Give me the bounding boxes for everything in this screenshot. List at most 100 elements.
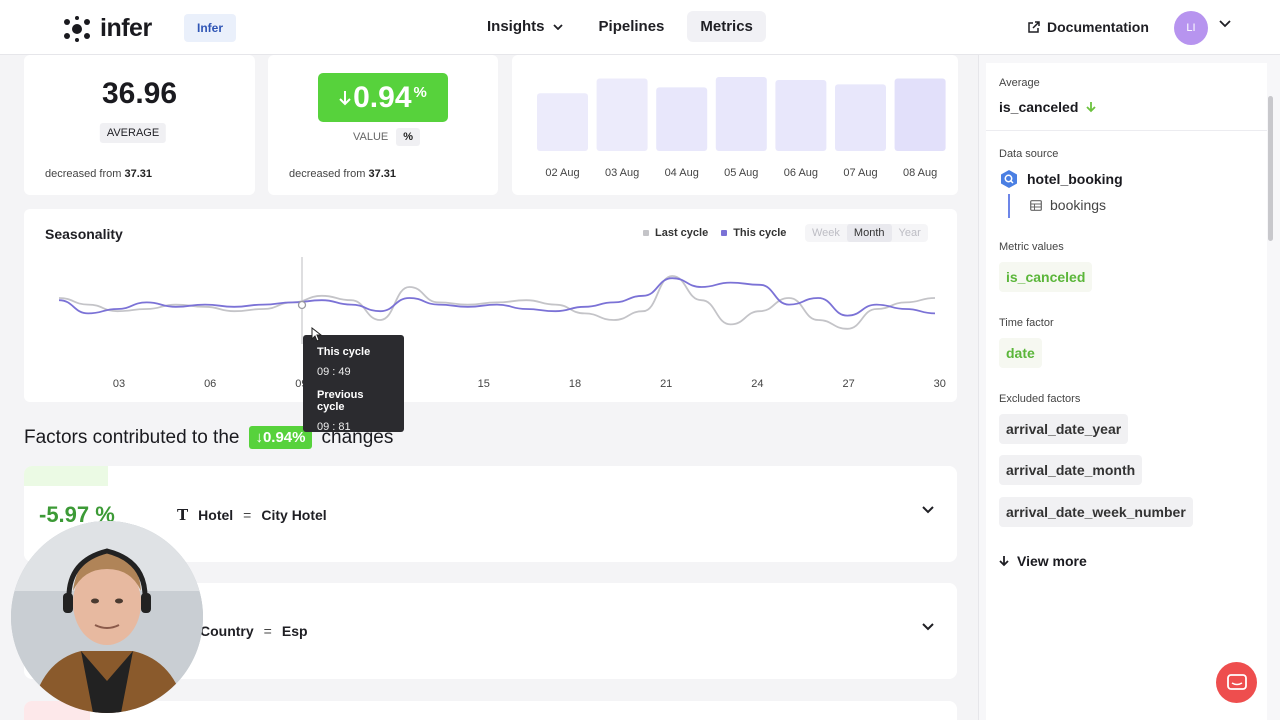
nav-pipelines[interactable]: Pipelines bbox=[586, 11, 678, 42]
presenter-video-image bbox=[11, 521, 203, 713]
sidebar-scrollbar[interactable] bbox=[1268, 96, 1273, 241]
mouse-cursor-icon bbox=[311, 327, 323, 342]
arrow-down-icon bbox=[339, 90, 351, 105]
factors-pill-value: 0.94% bbox=[262, 429, 306, 446]
arrow-down-icon bbox=[999, 556, 1009, 567]
tooltip-this-label: This cycle bbox=[317, 346, 371, 358]
last-cycle-line bbox=[58, 275, 936, 330]
table-icon bbox=[1030, 199, 1042, 211]
metric-details-sidebar: Average is_canceled Data source hotel_bo… bbox=[978, 55, 1280, 720]
daily-bar[interactable] bbox=[596, 78, 648, 151]
chevron-down-icon bbox=[552, 23, 563, 30]
daily-bar[interactable] bbox=[894, 78, 946, 151]
data-source[interactable]: hotel_booking bbox=[999, 169, 1123, 189]
hover-point bbox=[297, 300, 307, 310]
text-type-icon: T bbox=[177, 506, 189, 524]
factor-label-country: Country = Esp bbox=[200, 623, 308, 639]
time-factor-chip[interactable]: date bbox=[999, 338, 1042, 368]
average-chip: AVERAGE bbox=[99, 123, 167, 143]
infer-logo[interactable]: infer bbox=[62, 14, 152, 43]
x-tick-label: 06 bbox=[204, 378, 216, 390]
change-footer-value: 37.31 bbox=[368, 168, 397, 180]
daily-bar-label: 03 Aug bbox=[605, 167, 639, 179]
user-avatar[interactable]: LI bbox=[1174, 11, 1208, 45]
table-item[interactable]: bookings bbox=[1030, 197, 1106, 213]
view-more-button[interactable]: View more bbox=[999, 553, 1087, 569]
factor-card-third[interactable] bbox=[24, 701, 957, 720]
chevron-down-icon[interactable] bbox=[1219, 20, 1231, 28]
logo-text: infer bbox=[100, 14, 152, 42]
excluded-factors-label: Excluded factors bbox=[999, 393, 1081, 405]
factor-eq: = bbox=[243, 507, 252, 523]
tree-line bbox=[1008, 194, 1010, 218]
nav-insights-label: Insights bbox=[487, 18, 545, 35]
daily-bar-label: 08 Aug bbox=[903, 167, 937, 179]
details-panel bbox=[986, 63, 1267, 720]
daily-bar[interactable] bbox=[775, 79, 827, 151]
daily-bar-label: 07 Aug bbox=[843, 167, 877, 179]
daily-bar-label: 04 Aug bbox=[665, 167, 699, 179]
nav-metrics[interactable]: Metrics bbox=[687, 11, 766, 42]
documentation-link[interactable]: Documentation bbox=[1027, 19, 1149, 35]
x-tick-label: 15 bbox=[478, 378, 490, 390]
chat-icon bbox=[1226, 673, 1247, 690]
metric-value-chip[interactable]: is_canceled bbox=[999, 262, 1093, 292]
change-value: 0.94 bbox=[353, 80, 412, 114]
tooltip-prev-label: Previous cycle bbox=[317, 389, 364, 413]
average-footer-value: 37.31 bbox=[124, 168, 153, 180]
positive-indicator bbox=[24, 466, 108, 486]
documentation-label: Documentation bbox=[1047, 19, 1149, 35]
x-tick-label: 03 bbox=[113, 378, 125, 390]
chat-button[interactable] bbox=[1216, 662, 1257, 703]
unit-chip: % bbox=[396, 128, 421, 146]
infer-logo-icon bbox=[62, 15, 92, 42]
factor-eq: = bbox=[263, 623, 272, 639]
factor-label-hotel: T Hotel = City Hotel bbox=[177, 506, 327, 524]
daily-bar[interactable] bbox=[537, 93, 588, 151]
view-more-label: View more bbox=[1017, 553, 1087, 569]
change-footer: decreased from 37.31 bbox=[289, 168, 396, 180]
value-row: VALUE % bbox=[353, 128, 421, 146]
factor-value: Esp bbox=[281, 623, 308, 639]
aggregation-label: Average bbox=[999, 77, 1040, 89]
main-nav: Insights Pipelines Metrics bbox=[474, 11, 766, 42]
factor-value: City Hotel bbox=[261, 507, 327, 523]
tooltip-prev-value: 09 : 81 bbox=[317, 421, 351, 433]
daily-bar[interactable] bbox=[715, 77, 767, 151]
value-label: VALUE bbox=[353, 131, 389, 143]
daily-bars-card: 02 Aug 03 Aug 04 Aug 05 Aug 06 Aug 07 Aug 08 A… bbox=[512, 55, 958, 195]
arrow-down-icon bbox=[1086, 102, 1097, 113]
daily-bar-chart: 02 Aug 03 Aug 04 Aug 05 Aug 06 Aug 07 Aug 08 A… bbox=[537, 77, 946, 179]
table-name: bookings bbox=[1050, 197, 1107, 213]
seasonality-line-chart[interactable]: 03060912151821242730 bbox=[24, 209, 957, 402]
metric-name-text: is_canceled bbox=[999, 99, 1079, 115]
excluded-factor-chip[interactable]: arrival_date_year bbox=[999, 414, 1129, 444]
external-link-icon bbox=[1028, 20, 1040, 33]
factor-key: Country bbox=[200, 623, 254, 639]
x-tick-label: 21 bbox=[660, 378, 672, 390]
top-navigation-bar: infer Infer Insights Pipelines Metrics D… bbox=[0, 0, 1280, 55]
seasonality-card: Seasonality Last cycle This cycle Week M… bbox=[24, 209, 957, 402]
factors-title-prefix: Factors contributed to the bbox=[24, 426, 240, 448]
excluded-factor-chip[interactable]: arrival_date_month bbox=[999, 455, 1143, 485]
daily-bar-label: 05 Aug bbox=[724, 167, 758, 179]
daily-bar[interactable] bbox=[835, 84, 886, 151]
chevron-down-icon[interactable] bbox=[922, 623, 934, 631]
bigquery-icon bbox=[1001, 170, 1017, 188]
x-tick-label: 24 bbox=[751, 378, 763, 390]
workspace-badge[interactable]: Infer bbox=[184, 14, 237, 42]
divider bbox=[986, 130, 1267, 131]
daily-bar-label: 06 Aug bbox=[784, 167, 818, 179]
metric-name: is_canceled bbox=[999, 99, 1097, 115]
chevron-down-icon[interactable] bbox=[922, 506, 934, 514]
daily-bar[interactable] bbox=[656, 87, 708, 151]
metric-values-label: Metric values bbox=[999, 241, 1064, 253]
average-footer: decreased from 37.31 bbox=[45, 168, 152, 180]
tooltip-this-value: 09 : 49 bbox=[317, 366, 351, 378]
nav-insights[interactable]: Insights bbox=[474, 11, 576, 42]
change-stat-card: 0.94 % VALUE % decreased from 37.31 bbox=[268, 55, 498, 195]
x-tick-label: 18 bbox=[569, 378, 581, 390]
factor-key: Hotel bbox=[198, 507, 234, 523]
excluded-factor-chip[interactable]: arrival_date_week_number bbox=[999, 497, 1193, 527]
x-tick-label: 30 bbox=[934, 378, 946, 390]
